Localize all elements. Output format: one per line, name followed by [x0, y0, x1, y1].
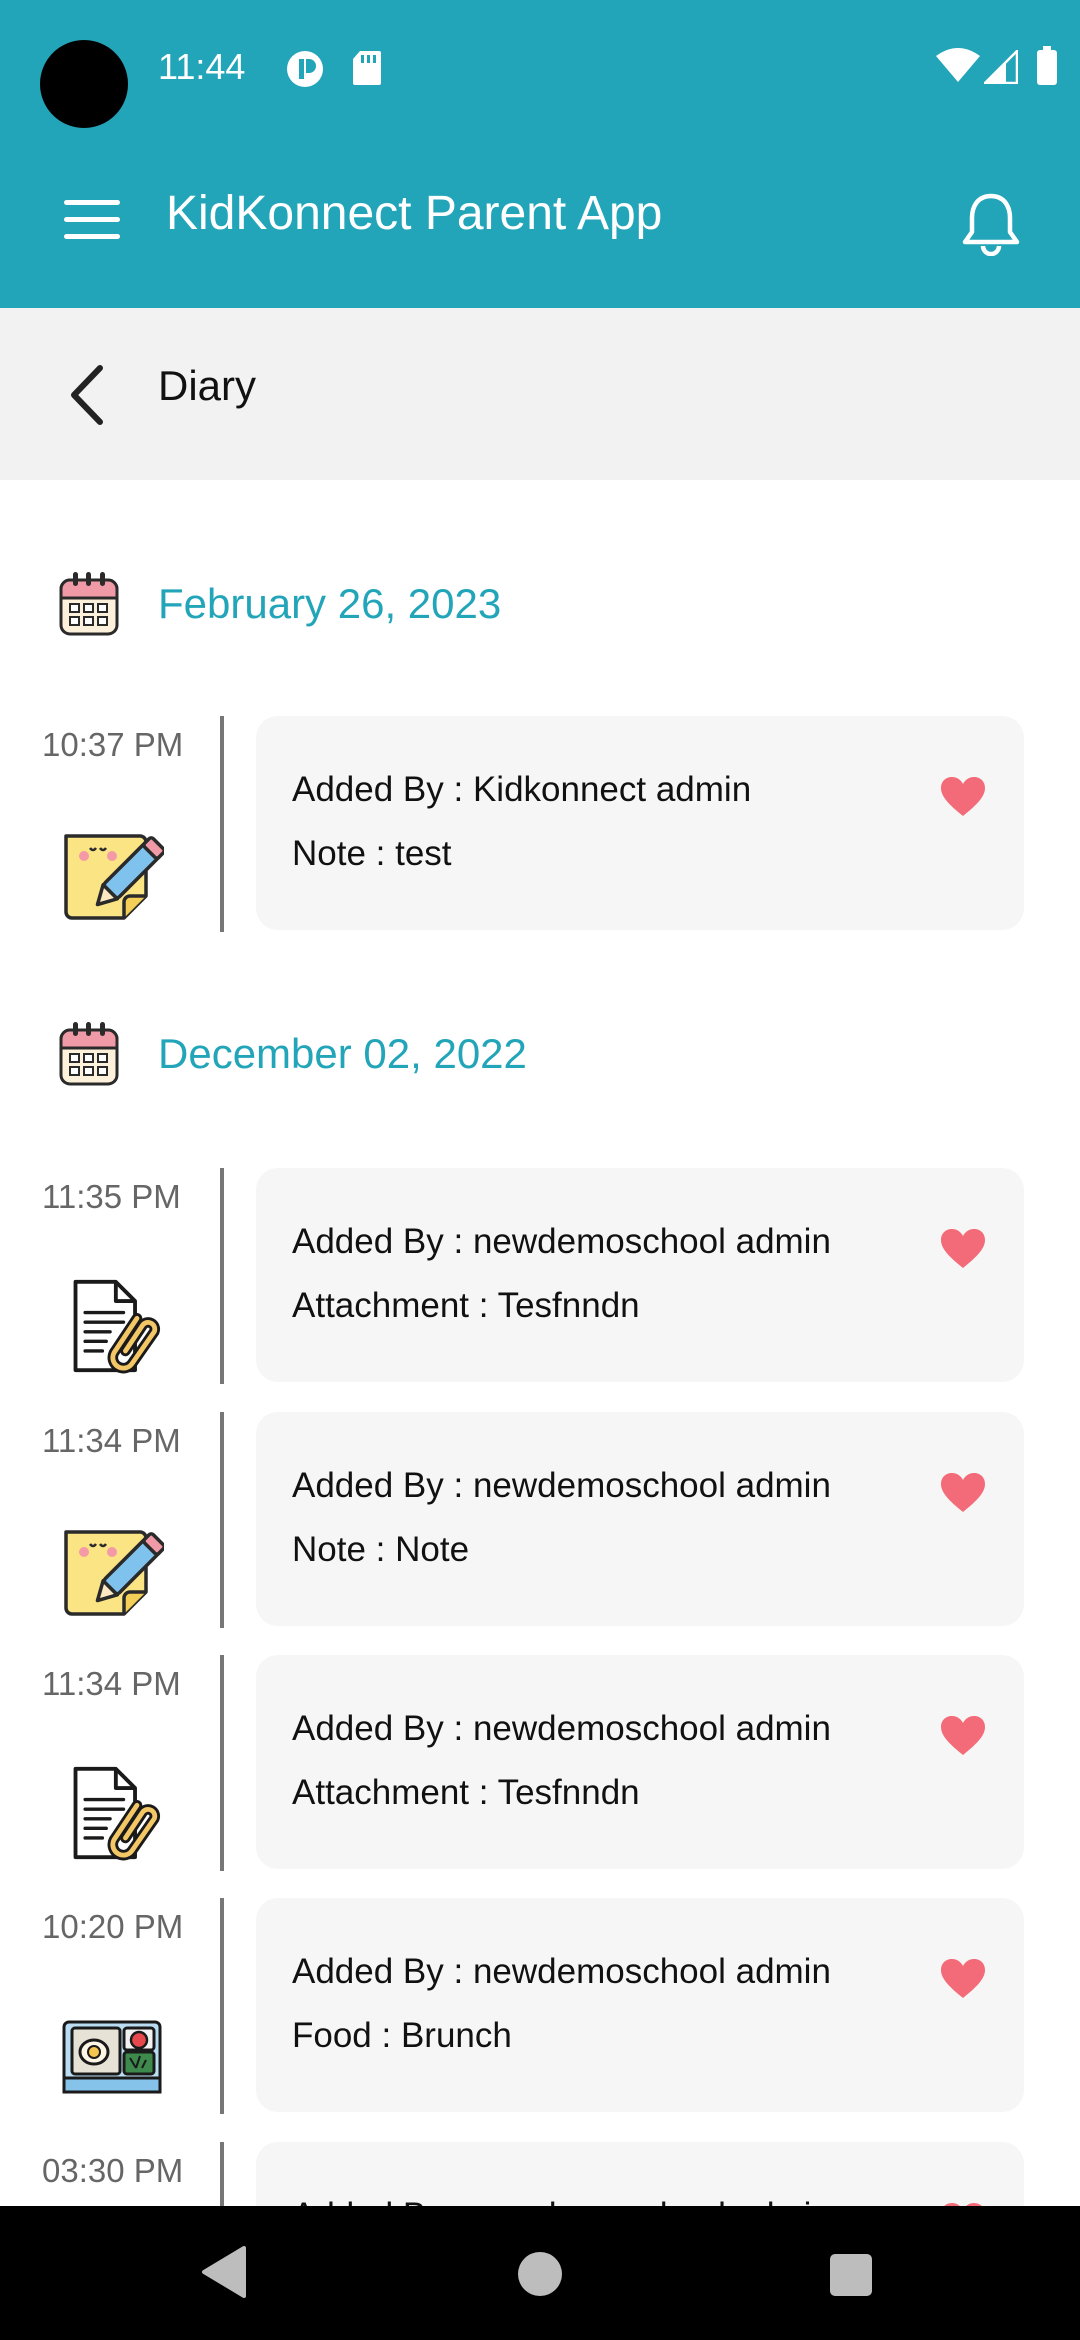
entry-added-by: Added By : newdemoschool admin [292, 1466, 831, 1505]
timeline-line [220, 1412, 224, 1628]
entry-added-by: Added By : newdemoschool admin [292, 1709, 831, 1748]
diary-list[interactable]: February 26, 2023 10:37 PM Added By : Ki… [0, 480, 1080, 2206]
sd-card-icon [352, 50, 382, 91]
entry-added-by: Added By : newdemoschool admin [292, 1952, 831, 1991]
entry-detail: Attachment : Tesfnndn [292, 1773, 640, 1812]
status-time: 11:44 [158, 46, 246, 87]
attachment-document-icon [60, 1765, 164, 1861]
entry-card[interactable]: Added By : Kidkonnect admin Note : test [256, 716, 1024, 930]
timeline-line [220, 1655, 224, 1871]
note-pencil-icon [60, 1522, 164, 1618]
timeline-line [220, 716, 224, 932]
entry-time: 10:20 PM [42, 1908, 184, 1945]
back-arrow-icon[interactable] [60, 360, 120, 430]
wifi-icon [936, 48, 980, 89]
timeline-line [220, 2142, 224, 2206]
diary-header: Diary [0, 308, 1080, 480]
entry-card[interactable]: Added By : newdemoschool admin [256, 2142, 1024, 2206]
date-label: December 02, 2022 [158, 1030, 527, 1077]
system-nav-bar [0, 2206, 1080, 2340]
note-pencil-icon [60, 826, 164, 922]
entry-time: 10:37 PM [42, 726, 184, 763]
menu-icon[interactable] [64, 200, 120, 240]
nav-back-icon[interactable] [200, 2246, 246, 2303]
bell-icon[interactable] [958, 190, 1024, 257]
calendar-icon [58, 1020, 120, 1088]
entry-card[interactable]: Added By : newdemoschool admin Food : Br… [256, 1898, 1024, 2112]
app-notification-icon [286, 50, 324, 93]
entry-added-by: Added By : Kidkonnect admin [292, 770, 752, 809]
attachment-document-icon [60, 1278, 164, 1374]
date-label: February 26, 2023 [158, 580, 502, 627]
timeline-line [220, 1168, 224, 1384]
diary-entry: 11:34 PM Added By : newdemoschool admin … [0, 1655, 1080, 1871]
diary-entry: 10:20 PM Added By : newdemoschool admin … [0, 1898, 1080, 2114]
timeline-line [220, 1898, 224, 2114]
nav-recents-icon[interactable] [830, 2254, 872, 2296]
entry-detail: Note : test [292, 834, 452, 873]
status-bar: 11:44 [0, 0, 1080, 140]
entry-added-by: Added By : newdemoschool admin [292, 1222, 831, 1261]
heart-icon[interactable] [940, 1958, 986, 2000]
page-title: Diary [158, 362, 257, 409]
entry-card[interactable]: Added By : newdemoschool admin Attachmen… [256, 1168, 1024, 1382]
entry-card[interactable]: Added By : newdemoschool admin Attachmen… [256, 1655, 1024, 1869]
date-header: December 02, 2022 [0, 1020, 1080, 1110]
diary-entry: 10:37 PM Added By : Kidkonnect admin Not… [0, 716, 1080, 932]
diary-entry: 03:30 PM Added By : newdemoschool admin [0, 2142, 1080, 2206]
heart-icon[interactable] [940, 1228, 986, 1270]
heart-icon[interactable] [940, 1472, 986, 1514]
entry-detail: Attachment : Tesfnndn [292, 1286, 640, 1325]
diary-entry: 11:34 PM Added By : newdemoschool admin … [0, 1412, 1080, 1628]
entry-card[interactable]: Added By : newdemoschool admin Note : No… [256, 1412, 1024, 1626]
camera-cutout [40, 40, 128, 128]
calendar-icon [58, 570, 120, 638]
cellular-signal-icon [981, 47, 1019, 89]
lunchbox-icon [60, 2008, 164, 2104]
app-bar: KidKonnect Parent App [0, 140, 1080, 308]
nav-home-icon[interactable] [518, 2252, 562, 2296]
entry-time: 11:35 PM [42, 1178, 181, 1215]
diary-entry: 11:35 PM Added By : newdemoschool admin … [0, 1168, 1080, 1384]
heart-icon[interactable] [940, 1715, 986, 1757]
heart-icon[interactable] [940, 776, 986, 818]
entry-detail: Food : Brunch [292, 2016, 512, 2055]
date-header: February 26, 2023 [0, 570, 1080, 660]
app-title: KidKonnect Parent App [166, 187, 663, 240]
battery-icon [1036, 46, 1058, 91]
entry-detail: Note : Note [292, 1530, 470, 1569]
entry-time: 11:34 PM [42, 1665, 181, 1702]
entry-time: 11:34 PM [42, 1422, 181, 1459]
entry-time: 03:30 PM [42, 2152, 184, 2189]
entry-added-by: Added By : newdemoschool admin [292, 2196, 831, 2206]
